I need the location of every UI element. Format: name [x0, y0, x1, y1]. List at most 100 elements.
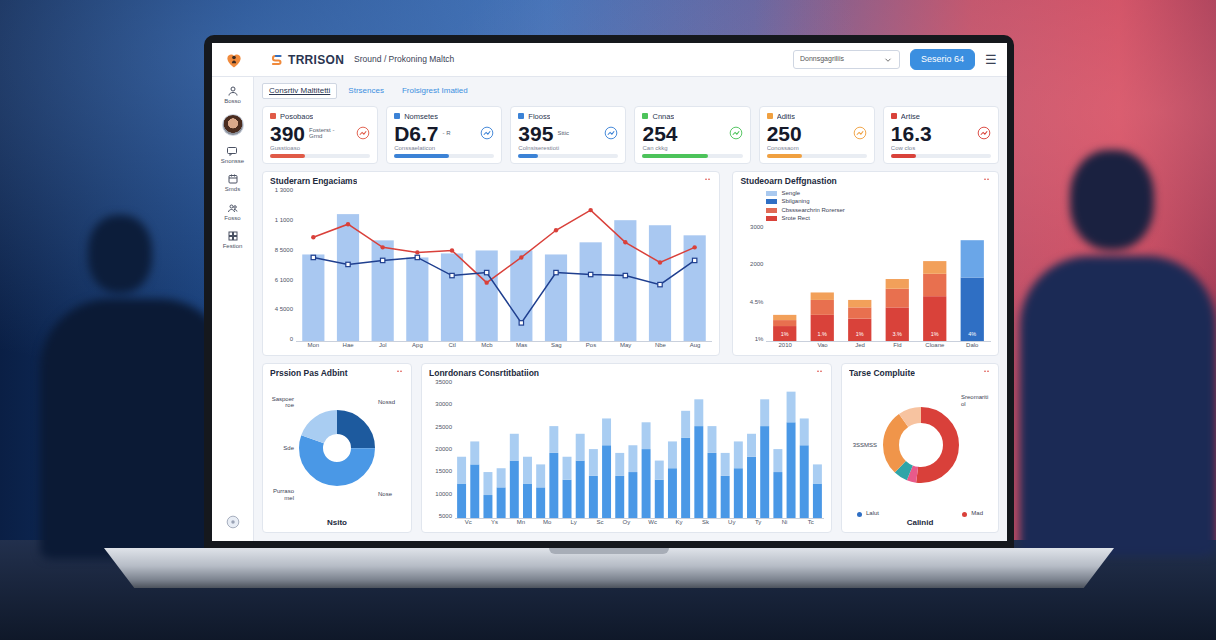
legend-swatch: [766, 208, 777, 213]
sidebar-item[interactable]: Festion: [223, 230, 243, 250]
pie-label: Nose: [376, 491, 404, 498]
chart-area: 3500030000250002000015000100005000: [429, 379, 824, 519]
bar-segment: [961, 240, 984, 277]
plot-area: [455, 379, 824, 519]
bar: [406, 258, 428, 342]
dashboard-screen: TRRISON Sround / Prokoning Maltch Donnsgag…: [212, 43, 1007, 541]
kpi-body: 254: [642, 122, 742, 145]
pie-label: Sde: [270, 445, 298, 452]
primary-button[interactable]: Seserio 64: [910, 49, 975, 70]
more-dots-icon[interactable]: [703, 177, 712, 186]
sidebar-item[interactable]: Snonsse: [221, 145, 244, 165]
more-dots-icon[interactable]: [815, 369, 824, 378]
axis-baseline: [296, 341, 712, 342]
kpi-progress-track: [270, 154, 370, 158]
kpi-color-square: [767, 113, 773, 119]
x-label: Pos: [574, 342, 609, 351]
plot-area: [296, 187, 712, 342]
bar-segment: [457, 484, 466, 518]
bar-segment: [924, 274, 947, 296]
bar-segment: [694, 426, 703, 518]
brand[interactable]: TRRISON: [270, 51, 344, 69]
distribution-chart-panel: Studeoarn DeffgnastionSengleSbilganingCb…: [732, 171, 999, 356]
bar-segment: [602, 419, 611, 446]
panel-title: Lonrdonars Consrtitbatiion: [429, 368, 539, 379]
kpi-card[interactable]: Artise16.3Cow clos: [883, 106, 999, 165]
background-person: [40, 215, 230, 560]
bar-segment: [760, 426, 769, 518]
kpi-card[interactable]: Posobaos390Fosterst - GrndGusstioaso: [262, 106, 378, 165]
sidebar-item[interactable]: Fosso: [224, 202, 240, 222]
kpi-card[interactable]: Flooss395StticColnsiserestioti: [510, 106, 626, 165]
bar-segment: [483, 472, 492, 495]
y-tick: 1 3000: [270, 187, 293, 193]
kpi-color-square: [518, 113, 524, 119]
menu-icon[interactable]: ☰: [985, 53, 997, 66]
kpi-progress-track: [767, 154, 867, 158]
bar-segment: [773, 449, 782, 472]
y-tick: 4 5000: [270, 306, 293, 312]
tab[interactable]: Frolsigrest Imatied: [395, 83, 475, 99]
filter-dropdown[interactable]: Donnsgagriliis: [793, 50, 900, 69]
panel-header: Studerarn Engaciams: [270, 176, 712, 187]
bar-segment: [563, 457, 572, 480]
bar-segment: [886, 289, 909, 308]
user-avatar[interactable]: [222, 114, 244, 136]
chart-row: Studerarn Engaciams1 30001 10008 50006 1…: [262, 171, 999, 356]
panel-title: Studeoarn Deffgnastion: [740, 176, 836, 187]
bar-segment: [523, 484, 532, 518]
line-point: [346, 262, 350, 266]
more-dots-icon[interactable]: [395, 369, 404, 378]
chart-footer: Calinid: [849, 518, 991, 528]
x-label: Tc: [798, 519, 824, 528]
help-button[interactable]: [226, 509, 240, 533]
kpi-card[interactable]: NomsetesD6.7- RConssaelaticon: [386, 106, 502, 165]
x-label: Ty: [745, 519, 771, 528]
sidebar-item[interactable]: Bosso: [224, 85, 241, 105]
tab[interactable]: Strsences: [341, 83, 391, 99]
bar-segment: [708, 426, 717, 453]
bar-segment: [576, 461, 585, 518]
kpi-color-square: [394, 113, 400, 119]
kpi-row: Posobaos390Fosterst - GrndGusstioasoNoms…: [262, 106, 999, 165]
donut-label: 3SSMSS: [849, 442, 881, 449]
more-dots-icon[interactable]: [982, 177, 991, 186]
kpi-card[interactable]: Cnnas254Can ckkg: [634, 106, 750, 165]
legend-swatch: [766, 191, 777, 196]
grid-icon: [227, 230, 239, 242]
trend-icon: [356, 126, 370, 140]
donut-chart: [881, 405, 959, 485]
kpi-note: Sttic: [557, 130, 569, 137]
sidebar-item[interactable]: Smds: [225, 173, 240, 193]
y-tick: 25000: [429, 424, 452, 430]
kpi-header: Flooss: [518, 111, 618, 122]
line-point: [554, 271, 558, 275]
bar-segment: [655, 461, 664, 480]
bar-segment: [849, 319, 872, 341]
chart-body: 300020004.5%1%1%1.%1%3.%1%4%2010VaoJedFl…: [740, 224, 991, 351]
bar-label: 1%: [781, 331, 789, 337]
bar-segment: [497, 468, 506, 487]
x-label: Sk: [692, 519, 718, 528]
trend-icon: [853, 126, 867, 140]
x-label: Ys: [481, 519, 507, 528]
donut-slice: [891, 415, 951, 475]
breadcrumb[interactable]: Sround / Prokoning Maltch: [354, 53, 454, 66]
bar: [302, 255, 324, 342]
tab[interactable]: Consrtiv Maltitetti: [262, 83, 337, 99]
pie-label: Nossd: [376, 399, 404, 406]
kpi-card[interactable]: Aditis250Conossaom: [759, 106, 875, 165]
line-point: [415, 250, 419, 254]
legend-label: Sengle: [781, 190, 800, 197]
line-point: [311, 235, 315, 239]
bar-segment: [602, 445, 611, 518]
kpi-progress-track: [891, 154, 991, 158]
x-label: Hae: [331, 342, 366, 351]
kpi-header: Nomsetes: [394, 111, 494, 122]
more-dots-icon[interactable]: [982, 369, 991, 378]
line-point: [484, 271, 488, 275]
bar-segment: [523, 457, 532, 484]
kpi-color-square: [642, 113, 648, 119]
x-label: Mcb: [470, 342, 505, 351]
kpi-header: Aditis: [767, 111, 867, 122]
